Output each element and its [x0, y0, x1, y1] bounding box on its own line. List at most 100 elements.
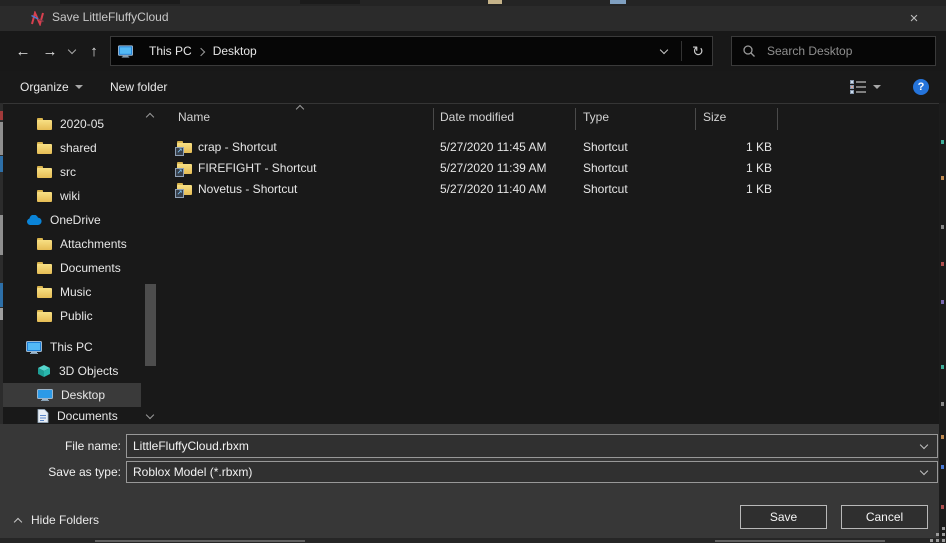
save-as-type-select[interactable]: Roblox Model (*.rbxm) [126, 461, 938, 483]
sidebar-item-label: wiki [60, 189, 80, 203]
file-date: 5/27/2020 11:45 AM [440, 140, 547, 154]
cube-icon [37, 364, 51, 378]
caret-down-icon [75, 85, 83, 89]
scroll-up-icon[interactable] [146, 111, 155, 120]
organize-label: Organize [20, 80, 69, 94]
shortcut-folder-icon: ↗ [176, 140, 192, 154]
up-button[interactable]: ↑ [82, 39, 106, 63]
window-title: Save LittleFluffyCloud [52, 10, 169, 24]
chevron-down-icon[interactable] [920, 442, 929, 451]
background-app-bottom-sliver [0, 538, 946, 543]
onedrive-icon [26, 215, 42, 226]
background-app-right-sliver [939, 103, 946, 543]
column-separator[interactable] [695, 108, 696, 130]
refresh-button[interactable]: ↻ [684, 43, 712, 60]
back-button[interactable]: ← [10, 39, 36, 63]
sidebar-item-label: Music [60, 285, 91, 299]
sidebar-item-label: Desktop [61, 388, 105, 402]
file-size: 1 KB [655, 161, 772, 175]
file-row-firefight-shortcut[interactable]: ↗ FIREFIGHT - Shortcut 5/27/2020 11:39 A… [160, 158, 939, 179]
file-size: 1 KB [655, 182, 772, 196]
help-icon: ? [913, 79, 929, 95]
column-header-type[interactable]: Type [583, 110, 609, 124]
divider [681, 41, 682, 61]
sidebar-item-shared[interactable]: shared [0, 136, 141, 160]
new-folder-label: New folder [110, 80, 167, 94]
save-dialog: Save LittleFluffyCloud × ← → ↑ This PC D… [0, 0, 946, 543]
sidebar-item-label: shared [60, 141, 97, 155]
search-input[interactable] [765, 43, 919, 59]
file-size: 1 KB [655, 140, 772, 154]
sidebar-item-music[interactable]: Music [0, 280, 141, 304]
recent-locations-dropdown[interactable] [63, 39, 81, 63]
caret-down-icon [873, 85, 881, 89]
main-area: 2020-05 shared src wiki OneDrive [0, 103, 946, 424]
file-name-field[interactable] [126, 434, 938, 458]
new-folder-button[interactable]: New folder [110, 71, 167, 103]
sidebar-item-public[interactable]: Public [0, 304, 141, 328]
sidebar-item-label: Attachments [60, 237, 127, 251]
change-view-button[interactable] [850, 71, 881, 103]
sidebar-item-2020-05[interactable]: 2020-05 [0, 112, 141, 136]
file-row-novetus-shortcut[interactable]: ↗ Novetus - Shortcut 5/27/2020 11:40 AM … [160, 179, 939, 200]
file-type: Shortcut [583, 161, 628, 175]
folder-icon [37, 166, 52, 178]
title-bar: Save LittleFluffyCloud × [0, 6, 946, 31]
sidebar-item-src[interactable]: src [0, 160, 141, 184]
sidebar-item-this-pc[interactable]: This PC [0, 335, 141, 359]
novetus-app-icon [30, 11, 45, 26]
column-separator[interactable] [575, 108, 576, 130]
column-separator[interactable] [433, 108, 434, 130]
file-name: crap - Shortcut [198, 140, 277, 154]
close-button[interactable]: × [894, 6, 934, 31]
background-fragment [488, 0, 502, 4]
chevron-down-icon[interactable] [920, 468, 929, 477]
file-name: FIREFIGHT - Shortcut [198, 161, 316, 175]
forward-button[interactable]: → [38, 39, 62, 63]
chevron-up-icon [14, 516, 23, 525]
scrollbar-thumb[interactable] [145, 284, 156, 366]
navigation-bar: ← → ↑ This PC Desktop ↻ [0, 31, 946, 71]
address-bar[interactable]: This PC Desktop ↻ [110, 36, 713, 66]
background-fragment [300, 0, 360, 4]
resize-grip[interactable] [928, 527, 946, 543]
help-button[interactable]: ? [913, 71, 929, 103]
column-separator[interactable] [777, 108, 778, 130]
cancel-button[interactable]: Cancel [841, 505, 928, 529]
sidebar-item-onedrive[interactable]: OneDrive [0, 208, 141, 232]
file-list: Name Date modified Type Size ↗ crap - Sh… [160, 104, 939, 424]
address-bar-controls: ↻ [660, 37, 712, 65]
scroll-down-icon[interactable] [146, 412, 155, 421]
sort-ascending-icon [296, 103, 305, 112]
this-pc-icon [118, 45, 133, 58]
this-pc-icon [26, 341, 42, 354]
hide-folders-button[interactable]: Hide Folders [14, 508, 99, 532]
sidebar-scrollbar[interactable] [143, 104, 159, 424]
save-button[interactable]: Save [740, 505, 827, 529]
sidebar-item-desktop[interactable]: Desktop [0, 383, 141, 407]
file-date: 5/27/2020 11:40 AM [440, 182, 547, 196]
column-header-date[interactable]: Date modified [440, 110, 514, 124]
shortcut-folder-icon: ↗ [176, 182, 192, 196]
sidebar-item-documents[interactable]: Documents [0, 256, 141, 280]
sidebar-item-documents-pc[interactable]: Documents [0, 407, 141, 424]
sidebar-item-label: Public [60, 309, 93, 323]
file-name-input[interactable] [127, 439, 903, 453]
breadcrumb-separator-icon[interactable] [198, 47, 207, 56]
breadcrumb-this-pc[interactable]: This PC [143, 44, 198, 58]
column-header-size[interactable]: Size [703, 110, 726, 124]
column-header-name[interactable]: Name [178, 110, 210, 124]
search-box[interactable] [731, 36, 936, 66]
sidebar-item-attachments[interactable]: Attachments [0, 232, 141, 256]
sidebar-item-3d-objects[interactable]: 3D Objects [0, 359, 141, 383]
address-dropdown-icon[interactable] [660, 47, 669, 56]
background-app-left-sliver [0, 103, 3, 424]
search-icon [742, 44, 756, 58]
organize-button[interactable]: Organize [20, 71, 83, 103]
sidebar-item-label: 3D Objects [59, 364, 118, 378]
breadcrumb-desktop[interactable]: Desktop [207, 44, 263, 58]
details-view-icon [850, 80, 867, 94]
command-bar: Organize New folder ? [0, 71, 946, 103]
file-row-crap-shortcut[interactable]: ↗ crap - Shortcut 5/27/2020 11:45 AM Sho… [160, 137, 939, 158]
sidebar-item-wiki[interactable]: wiki [0, 184, 141, 208]
